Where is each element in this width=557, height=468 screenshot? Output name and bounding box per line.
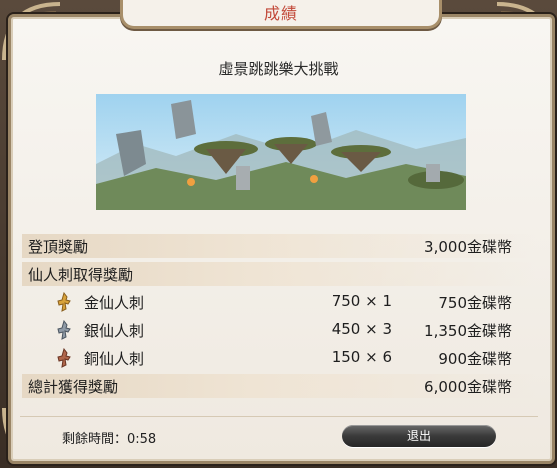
summit-reward-row: 登頂獎勵 3,000金碟幣 [22,234,536,258]
silver-cactuar-icon [57,319,71,340]
total-reward-row: 總計獲得獎勵 6,000金碟幣 [22,374,536,398]
time-remaining: 剩餘時間：0:58 [62,432,157,447]
gold-cactuar-icon [57,291,71,312]
summit-reward-amount: 3,000金碟幣 [424,238,512,256]
gold-cactuar-row: 金仙人刺 750 × 1 750金碟幣 [22,290,536,314]
bronze-cactuar-icon [57,347,71,368]
title-tab: 成績 [120,0,442,29]
cactus-reward-header: 仙人刺取得獎勵 [28,266,134,284]
gold-cactuar-amount: 750金碟幣 [438,294,512,312]
bronze-cactuar-qty: 150 × 6 [331,348,392,366]
stage-name: 虛景跳跳樂大挑戰 [218,60,339,78]
footer-divider [20,416,538,417]
silver-cactuar-qty: 450 × 3 [331,320,392,338]
bronze-cactuar-amount: 900金碟幣 [438,350,512,368]
exit-button[interactable]: 退出 [342,425,496,447]
total-reward-amount: 6,000金碟幣 [424,378,512,396]
window-title: 成績 [263,4,298,23]
bronze-cactuar-label: 銅仙人刺 [84,350,145,368]
stage-banner-image [96,94,466,210]
silver-cactuar-row: 銀仙人刺 450 × 3 1,350金碟幣 [22,318,536,342]
summit-reward-label: 登頂獎勵 [28,238,89,256]
gold-cactuar-label: 金仙人刺 [84,294,145,312]
silver-cactuar-label: 銀仙人刺 [84,322,145,340]
total-reward-label: 總計獲得獎勵 [28,378,119,396]
silver-cactuar-amount: 1,350金碟幣 [424,322,512,340]
gold-cactuar-qty: 750 × 1 [331,292,392,310]
bronze-cactuar-row: 銅仙人刺 150 × 6 900金碟幣 [22,346,536,370]
window-frame: 成績 虛景跳跳樂大挑戰 登頂獎勵 3,000金碟幣 仙人刺取得獎勵 金仙人刺 7… [0,0,557,468]
cactus-reward-header-row: 仙人刺取得獎勵 [22,262,536,286]
